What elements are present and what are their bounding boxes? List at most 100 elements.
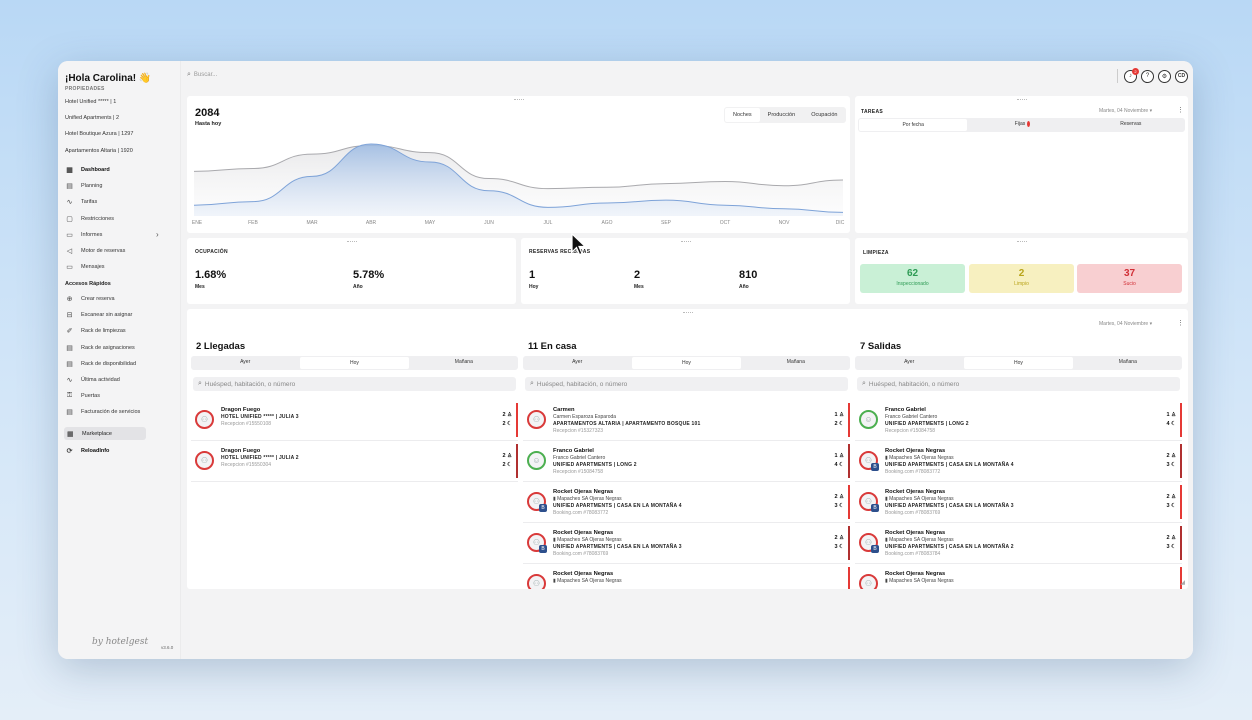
moon-icon: ☾ [839, 503, 844, 509]
guest-row[interactable]: ⚇ Rocket Ojeras Negras ▮ Mapaches SA Ojera… [523, 564, 850, 589]
guest-avatar: ⚇ B [527, 533, 547, 553]
settings-button[interactable]: ⚙ [1158, 69, 1171, 83]
guest-row[interactable]: ⚇ B Rocket Ojeras Negras ▮ Mapaches SA Ojer… [855, 523, 1182, 564]
sidebar-item-mensajes[interactable]: ▭ Mensajes [65, 262, 104, 272]
booking-reference: Booking.com #78083784 [885, 551, 941, 557]
topbar: ⌕ Buscar... ♪ 2 ? ⚙ CD [181, 61, 1193, 91]
adults-count: 2 ♙ [1166, 494, 1176, 500]
guest-row[interactable]: ⚇ Dragon Fuego HOTEL UNIFIED ***** | JULIA… [191, 400, 518, 441]
cleaning-status-box[interactable]: 2 Limpio [969, 264, 1074, 293]
tab-manana[interactable]: Mañana [1074, 356, 1182, 370]
quick-item-rack-de-disponibilidad[interactable]: ▤ Rack de disponibilidad [65, 359, 136, 369]
tab-reservas[interactable]: Reservas [1077, 118, 1185, 132]
guest-row[interactable]: ⚇ B Rocket Ojeras Negras ▮ Mapaches SA Ojer… [523, 482, 850, 523]
avatar-initials: CD [1177, 73, 1186, 79]
property-item[interactable]: Hotel Boutique Azura | 1297 [65, 131, 133, 137]
cleaning-title: LIMPIEZA [863, 250, 889, 256]
more-options-icon[interactable]: ⋮ [1177, 106, 1184, 114]
tab-manana[interactable]: Mañana [410, 356, 518, 370]
help-button[interactable]: ? [1141, 69, 1154, 83]
adults-value: 1 [834, 453, 838, 459]
column-title: 7 Salidas [860, 341, 902, 352]
guest-row[interactable]: ☺ Franco Gabriel Franco Gabriel Cantero UNI… [855, 400, 1182, 441]
more-options-icon[interactable]: ⋮ [1177, 319, 1184, 327]
guest-row[interactable]: ⚇ Dragon Fuego HOTEL UNIFIED ***** | JULIA… [191, 441, 518, 482]
key-icon: ⚿ [66, 392, 73, 400]
chevron-right-icon[interactable]: › [156, 230, 159, 239]
tab-manana[interactable]: Mañana [742, 356, 850, 370]
resize-handle-icon[interactable]: ◢ [1180, 579, 1185, 586]
room-label: UNIFIED APARTMENTS | LONG 2 [553, 462, 637, 468]
sidebar-item-motor-de-reservas[interactable]: ◁ Motor de reservas [65, 246, 126, 256]
booking-channel-icon: B [871, 463, 879, 471]
guest-row[interactable]: ⚇ B Rocket Ojeras Negras ▮ Mapaches SA Ojer… [855, 441, 1182, 482]
month-tick-label: OCT [719, 220, 731, 226]
guest-search-input[interactable]: ⌕ Huésped, habitación, o número [193, 377, 516, 391]
guest-search-input[interactable]: ⌕ Huésped, habitación, o número [525, 377, 848, 391]
sidebar-item-restricciones[interactable]: ▢ Restricciones [65, 214, 114, 224]
guests-date-select[interactable]: Martes, 04 Noviembre ▾ [1099, 321, 1152, 327]
month-tick-label: JUN [484, 220, 494, 226]
user-icon: ⚇ [864, 579, 873, 588]
quick-item-crear-reserva[interactable]: ⊕ Crear reserva [65, 294, 115, 304]
guest-list: ⚇ Dragon Fuego HOTEL UNIFIED ***** | JULIA… [191, 400, 518, 589]
property-item[interactable]: Hotel Unified ***** | 1 [65, 99, 116, 105]
cleaning-status-box[interactable]: 37 Sucio [1077, 264, 1182, 293]
tab-hoy[interactable]: Hoy [300, 357, 409, 369]
drag-handle[interactable] [680, 241, 691, 243]
sidebar-item-informes[interactable]: ▭ Informes [65, 230, 102, 240]
guest-row[interactable]: ⚇ Carmen Carmen Esparoza Esparoda APARTAMEN… [523, 400, 850, 441]
cleaning-status-box[interactable]: 62 Inspeccionado [860, 264, 965, 293]
tasks-date-select[interactable]: Martes, 04 Noviembre ▾ [1099, 108, 1152, 114]
drag-handle[interactable] [1016, 99, 1027, 101]
tab-ayer[interactable]: Ayer [855, 356, 963, 370]
main-area: ⌕ Buscar... ♪ 2 ? ⚙ CD 2084 Hasta hoy No… [180, 61, 1193, 659]
nav-label: Motor de reservas [81, 248, 126, 254]
booking-reference: Recepcion #15084758 [885, 428, 936, 434]
quick-item-facturaci-n-de-servicios[interactable]: ▤ Facturación de servicios [65, 407, 140, 417]
notifications-button[interactable]: ♪ 2 [1124, 67, 1139, 83]
nights-value: 4 [834, 462, 838, 468]
tab-fijas[interactable]: Fijas [968, 118, 1076, 132]
user-avatar[interactable]: CD [1175, 69, 1188, 83]
quick-item--ltima-actividad[interactable]: ∿ Última actividad [65, 375, 120, 385]
month-tick-label: AGO [601, 220, 613, 226]
sidebar-item-planning[interactable]: ▤ Planning [65, 181, 102, 191]
guest-name: Rocket Ojeras Negras [553, 530, 614, 536]
property-item[interactable]: Unified Apartments | 2 [65, 115, 119, 121]
global-search[interactable]: ⌕ Buscar... [187, 71, 217, 79]
quick-item-puertas[interactable]: ⚿ Puertas [65, 391, 100, 401]
sidebar-item-dashboard[interactable]: ▦ Dashboard [65, 165, 110, 175]
megaphone-icon: ◁ [66, 248, 73, 255]
marketplace-button[interactable]: ▦ Marketplace [64, 427, 146, 440]
tab-ayer[interactable]: Ayer [191, 356, 299, 370]
guest-search-input[interactable]: ⌕ Huésped, habitación, o número [857, 377, 1180, 391]
search-icon: ⌕ [530, 380, 534, 387]
guest-row[interactable]: ☺ Franco Gabriel Franco Gabriel Cantero UNI… [523, 441, 850, 482]
tab-por-fecha[interactable]: Por fecha [859, 119, 968, 131]
property-item[interactable]: Apartamentos Altaria | 1920 [65, 148, 133, 154]
room-label: UNIFIED APARTMENTS | CASA EN LA MONTAÑA … [553, 544, 682, 550]
drag-handle[interactable] [682, 312, 693, 314]
drag-handle[interactable] [346, 241, 357, 243]
month-tick-label: ABR [365, 220, 377, 226]
drag-handle[interactable] [1016, 241, 1027, 243]
tab-ayer[interactable]: Ayer [523, 356, 631, 370]
booking-channel-icon: B [539, 504, 547, 512]
guest-row[interactable]: ⚇ B Rocket Ojeras Negras ▮ Mapaches SA Ojer… [855, 482, 1182, 523]
quick-item-escanear-sin-asignar[interactable]: ⊟ Escanear sin asignar [65, 310, 133, 320]
chat-icon: ▭ [66, 264, 73, 272]
reload-info-button[interactable]: ⟳ ReloadInfo [65, 446, 110, 456]
sidebar-item-tarifas[interactable]: ∿ Tarifas [65, 197, 98, 207]
guest-row[interactable]: ⚇ B Rocket Ojeras Negras ▮ Mapaches SA Ojer… [523, 523, 850, 564]
topbar-actions: ♪ 2 ? ⚙ CD [1117, 67, 1188, 83]
guest-row[interactable]: ⚇ Rocket Ojeras Negras ▮ Mapaches SA Ojera… [855, 564, 1182, 589]
person-icon: ♙ [1171, 494, 1176, 500]
tab-hoy[interactable]: Hoy [964, 357, 1073, 369]
chevron-down-icon: ▾ [1149, 108, 1153, 114]
guest-search-placeholder: Huésped, habitación, o número [868, 380, 960, 388]
quick-item-rack-de-asignaciones[interactable]: ▤ Rack de asignaciones [65, 343, 135, 353]
tab-hoy[interactable]: Hoy [632, 357, 741, 369]
quick-item-rack-de-limpiezas[interactable]: ✐ Rack de limpiezas [65, 326, 126, 336]
nights-count: 2 ☾ [502, 462, 512, 468]
